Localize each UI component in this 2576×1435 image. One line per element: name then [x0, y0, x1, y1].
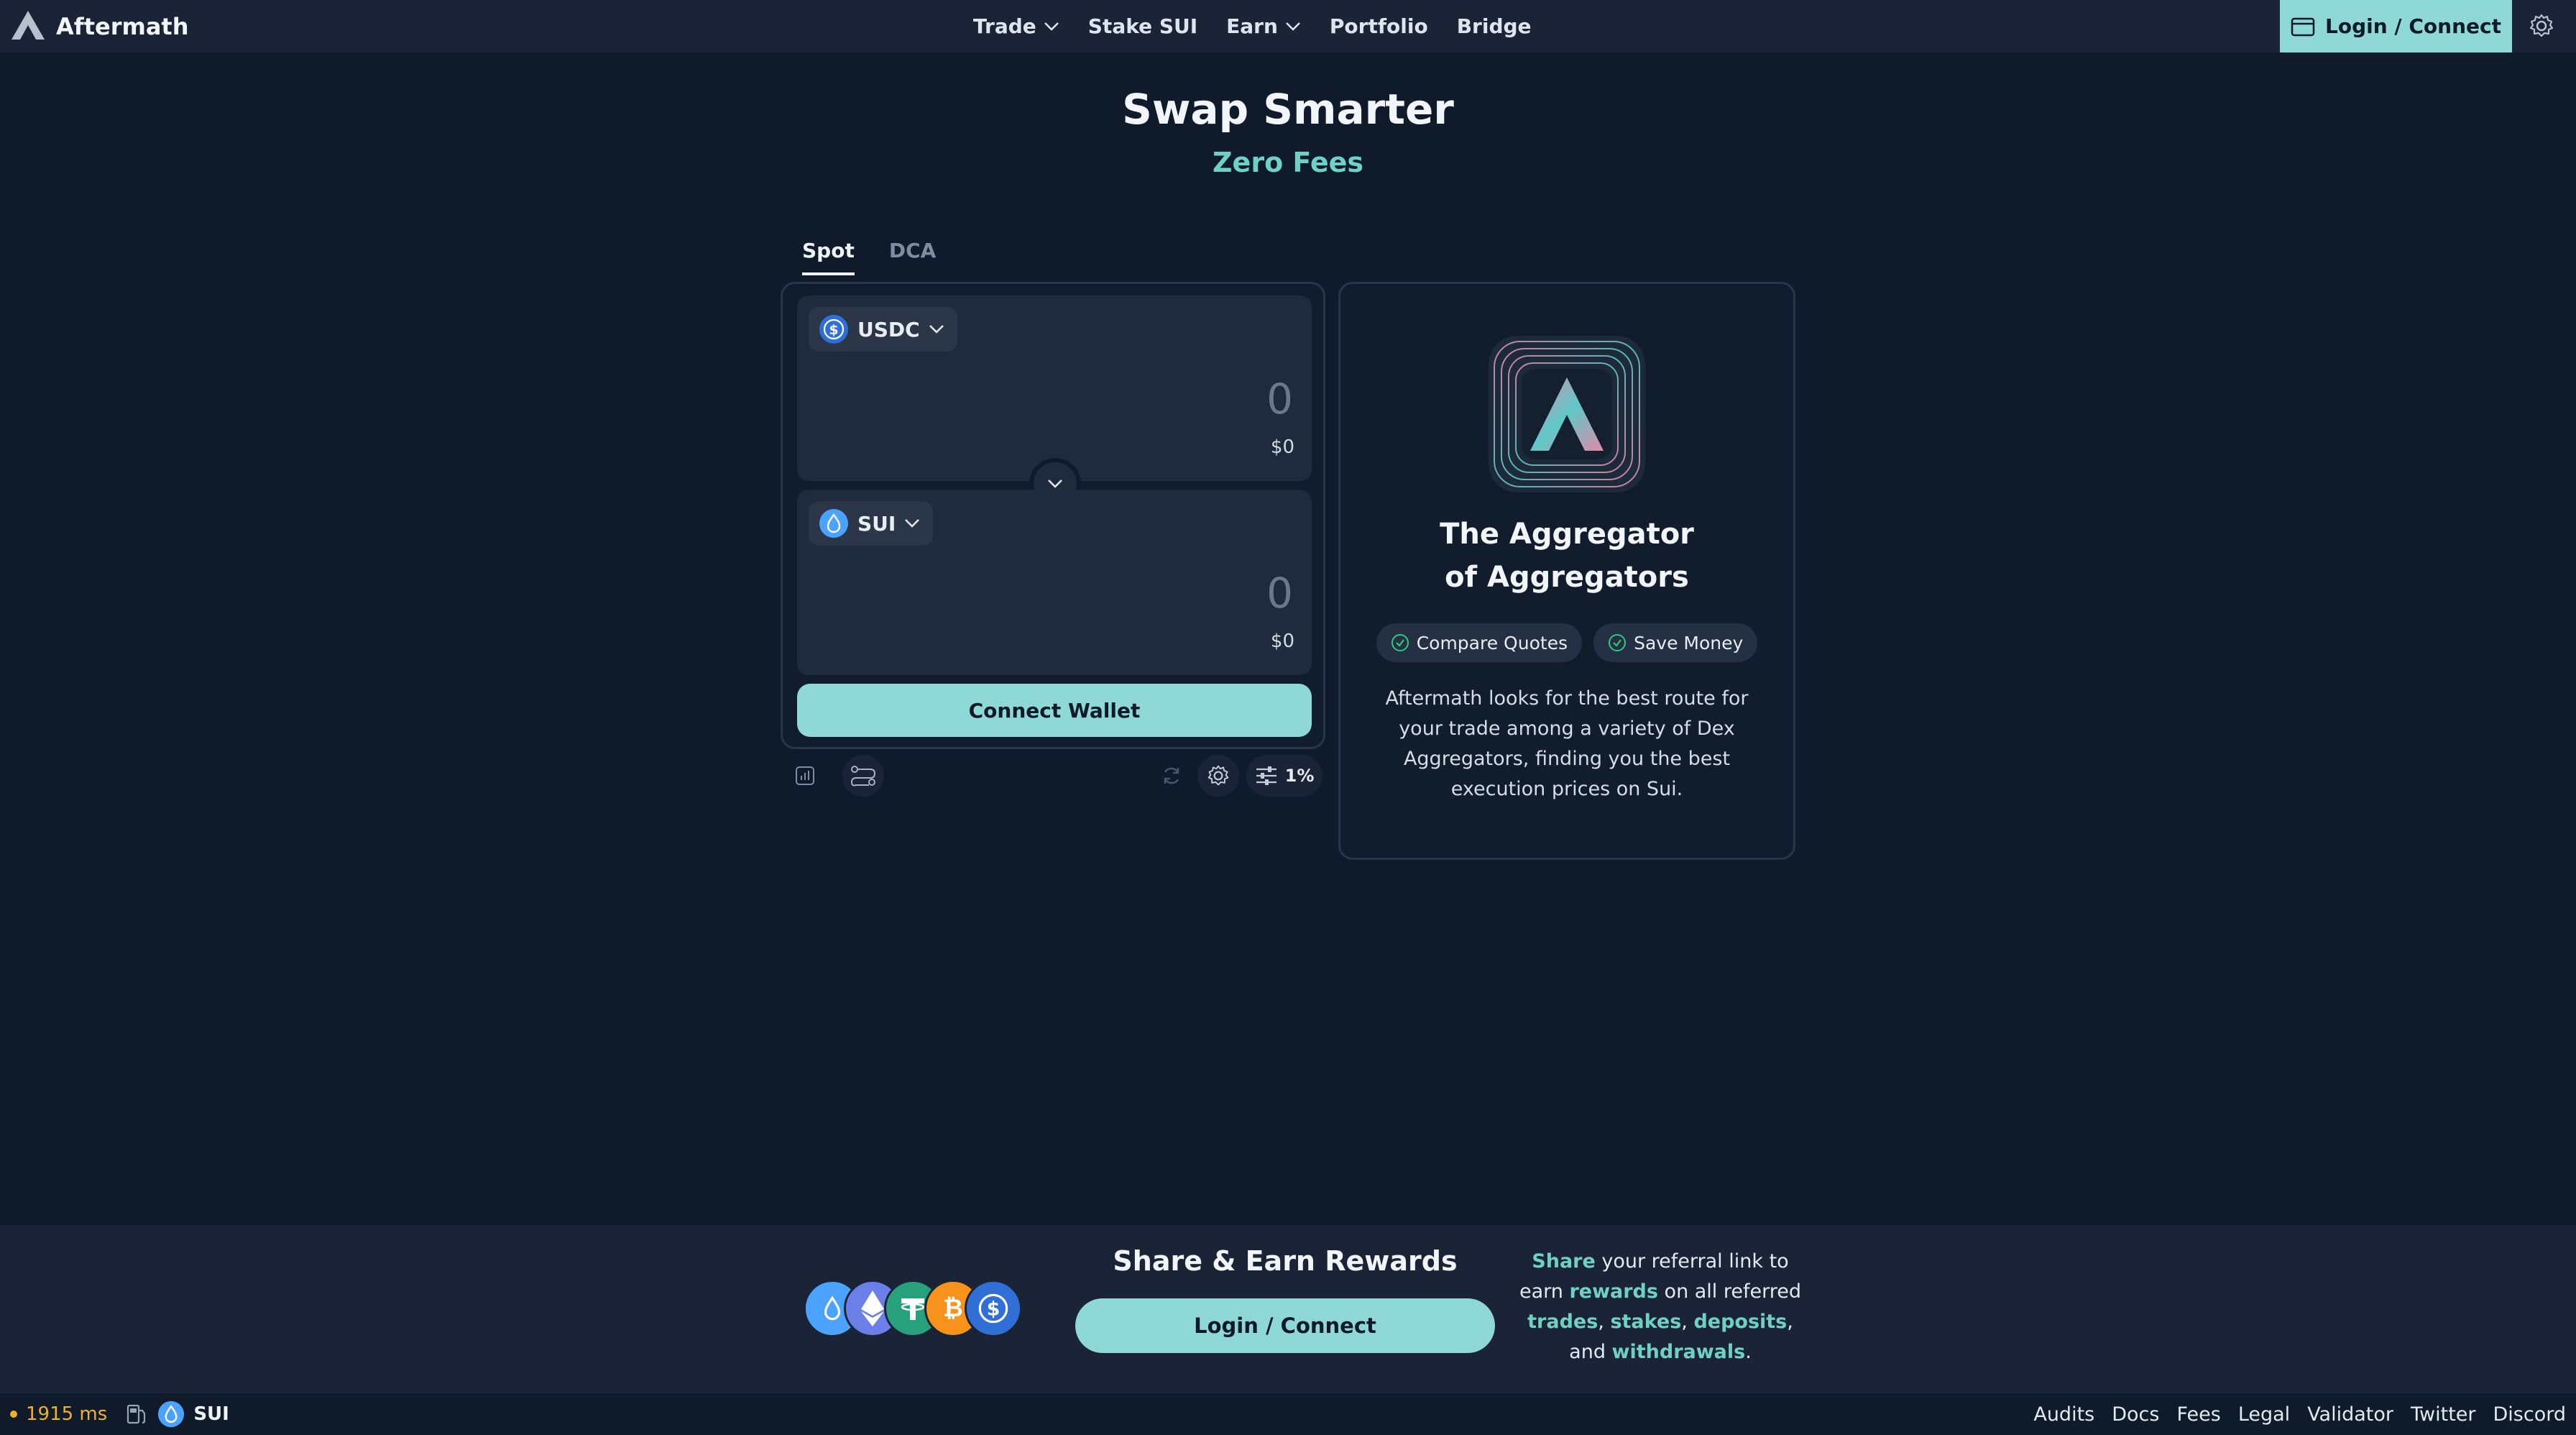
footer-link-legal[interactable]: Legal — [2238, 1403, 2290, 1426]
to-token-box: SUI 0 $0 — [797, 490, 1312, 675]
slippage-value: 1% — [1284, 766, 1315, 786]
check-circle-icon — [1391, 634, 1409, 651]
nav-earn[interactable]: Earn — [1226, 14, 1301, 38]
from-amount-input[interactable]: 0 — [1077, 375, 1293, 423]
bar-chart-icon — [796, 766, 814, 785]
nav-portfolio[interactable]: Portfolio — [1330, 14, 1428, 38]
trades-link[interactable]: trades — [1527, 1311, 1598, 1333]
nav-trade[interactable]: Trade — [973, 14, 1059, 38]
login-connect-button[interactable]: Login / Connect — [2280, 0, 2512, 52]
chevron-down-icon — [1048, 480, 1062, 488]
chevron-down-icon — [1286, 22, 1300, 31]
from-usd-value: $0 — [1270, 436, 1294, 458]
chevron-down-icon — [929, 325, 944, 334]
footer-link-docs[interactable]: Docs — [2112, 1403, 2159, 1426]
share-link[interactable]: Share — [1532, 1250, 1596, 1273]
aggregator-info-card: The Aggregator of Aggregators Compare Qu… — [1338, 282, 1795, 860]
top-navbar: Aftermath Trade Stake SUI Earn Portfolio… — [0, 0, 2576, 52]
route-icon — [850, 766, 876, 787]
chart-button[interactable] — [786, 755, 824, 797]
nav-stake-sui[interactable]: Stake SUI — [1088, 14, 1197, 38]
to-amount-input[interactable]: 0 — [1077, 569, 1293, 618]
footer-link-audits[interactable]: Audits — [2033, 1403, 2094, 1426]
referral-text-4: , — [1681, 1311, 1694, 1333]
to-token-label: SUI — [857, 511, 896, 536]
nav-earn-label: Earn — [1226, 14, 1278, 38]
chip-save-money-label: Save Money — [1634, 632, 1744, 654]
sui-network-icon — [158, 1400, 185, 1428]
status-left: 1915 ms SUI — [10, 1393, 229, 1435]
tab-dca[interactable]: DCA — [889, 239, 936, 275]
settings-gear-icon[interactable] — [2529, 13, 2554, 39]
sui-icon — [819, 509, 848, 538]
refresh-button[interactable] — [1153, 755, 1190, 797]
nav-portfolio-label: Portfolio — [1329, 14, 1428, 38]
aggregator-description: Aftermath looks for the best route for y… — [1385, 687, 1749, 800]
from-token-box: $ USDC 0 $0 — [797, 295, 1312, 481]
chip-save-money: Save Money — [1593, 623, 1758, 662]
rewards-link[interactable]: rewards — [1569, 1280, 1658, 1303]
referral-text-2: on all referred — [1657, 1280, 1802, 1303]
login-connect-label: Login / Connect — [2325, 14, 2501, 38]
footer-links: Audits Docs Fees Legal Validator Twitter… — [2033, 1393, 2566, 1435]
nav-trade-label: Trade — [973, 14, 1036, 38]
route-button[interactable] — [842, 755, 884, 797]
aggregator-logo-icon — [1489, 336, 1645, 492]
refresh-icon — [1164, 767, 1179, 784]
nav-bridge-label: Bridge — [1456, 14, 1532, 38]
gas-pump-icon[interactable] — [126, 1403, 149, 1425]
chip-compare-quotes: Compare Quotes — [1376, 623, 1583, 662]
svg-text:$: $ — [829, 322, 838, 338]
to-usd-value: $0 — [1270, 631, 1294, 652]
slippage-button[interactable]: 1% — [1246, 755, 1322, 797]
chip-compare-quotes-label: Compare Quotes — [1416, 632, 1568, 654]
coin-stack: ₿ $ — [804, 1280, 1026, 1337]
referral-text-6: . — [1745, 1341, 1752, 1363]
wallet-icon — [2291, 17, 2315, 36]
latency-value: 1915 ms — [26, 1403, 108, 1425]
connect-wallet-button[interactable]: Connect Wallet — [797, 684, 1312, 737]
referral-section: ₿ $ Share & Earn Rewards Login / Connect… — [0, 1225, 2576, 1393]
footer-link-fees[interactable]: Fees — [2176, 1403, 2220, 1426]
status-bar: 1915 ms SUI Audits Docs Fees Legal Valid… — [0, 1393, 2576, 1435]
aftermath-logo-icon — [10, 9, 46, 44]
referral-text-3: , — [1598, 1311, 1611, 1333]
chevron-down-icon — [905, 519, 920, 528]
svg-text:₿: ₿ — [943, 1294, 963, 1323]
tab-spot[interactable]: Spot — [802, 239, 855, 275]
aggregator-title: The Aggregator of Aggregators — [1440, 518, 1694, 594]
brand[interactable]: Aftermath — [10, 0, 188, 52]
network-token-label[interactable]: SUI — [193, 1403, 229, 1425]
gear-icon — [1208, 765, 1229, 786]
sliders-icon — [1256, 766, 1276, 785]
page-subtitle: Zero Fees — [1213, 147, 1363, 178]
main-nav: Trade Stake SUI Earn Portfolio Bridge — [973, 0, 1532, 52]
from-token-label: USDC — [857, 317, 920, 341]
footer-link-validator[interactable]: Validator — [2307, 1403, 2393, 1426]
deposits-link[interactable]: deposits — [1693, 1311, 1787, 1333]
svg-text:$: $ — [987, 1298, 1000, 1320]
nav-bridge[interactable]: Bridge — [1457, 14, 1532, 38]
check-circle-icon — [1609, 634, 1627, 651]
from-token-select[interactable]: $ USDC — [809, 307, 957, 352]
feature-chips: Compare Quotes Save Money — [1340, 623, 1793, 662]
nav-stake-sui-label: Stake SUI — [1087, 14, 1198, 38]
swap-card: $ USDC 0 $0 SUI 0 $0 Connect Wallet — [781, 282, 1325, 749]
referral-description: Share your referral link to earn rewards… — [1517, 1247, 1804, 1367]
to-token-select[interactable]: SUI — [809, 501, 934, 546]
withdrawals-link[interactable]: withdrawals — [1612, 1341, 1746, 1363]
footer-link-discord[interactable]: Discord — [2493, 1403, 2567, 1426]
usdc-icon: $ — [819, 315, 848, 344]
stakes-link[interactable]: stakes — [1610, 1311, 1681, 1333]
brand-name: Aftermath — [56, 12, 189, 40]
usdc-coin-icon: $ — [965, 1280, 1022, 1337]
referral-login-button[interactable]: Login / Connect — [1075, 1298, 1495, 1353]
page-title: Swap Smarter — [1122, 85, 1454, 134]
footer-link-twitter[interactable]: Twitter — [2411, 1403, 2476, 1426]
referral-title: Share & Earn Rewards — [1113, 1245, 1458, 1277]
chevron-down-icon — [1044, 22, 1059, 31]
latency-indicator-dot — [10, 1411, 17, 1418]
swap-settings-button[interactable] — [1197, 755, 1239, 797]
swap-tabs: Spot DCA — [802, 239, 936, 275]
